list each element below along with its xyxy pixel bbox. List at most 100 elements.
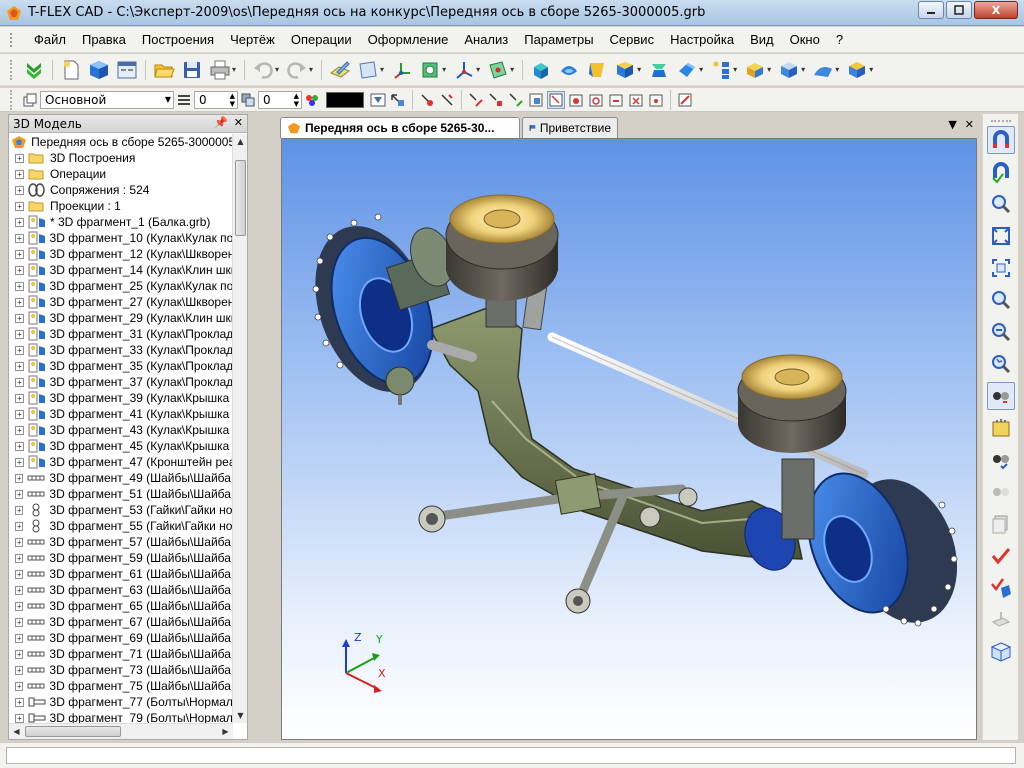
- tree-item[interactable]: + * 3D фрагмент_1 (Балка.grb): [9, 214, 233, 230]
- tree-item[interactable]: + Проекции : 1: [9, 198, 233, 214]
- menu-window[interactable]: Окно: [782, 30, 828, 49]
- menu-drawing[interactable]: Чертёж: [222, 30, 283, 49]
- selector-4-button[interactable]: [527, 91, 545, 109]
- maximize-button[interactable]: [946, 1, 972, 19]
- scroll-right-icon[interactable]: ▶: [218, 724, 233, 739]
- expand-icon[interactable]: +: [15, 153, 24, 163]
- tab-list-icon[interactable]: ▼: [948, 118, 956, 131]
- tab-welcome[interactable]: Приветствие: [522, 117, 618, 138]
- zoom-out-button[interactable]: [987, 318, 1015, 346]
- zoom-fit-button[interactable]: [987, 254, 1015, 282]
- snap-1-button[interactable]: [418, 91, 436, 109]
- tree-item[interactable]: +3D фрагмент_69 (Шайбы\Шайба ГО: [9, 630, 233, 646]
- menubar-grip[interactable]: [10, 33, 14, 47]
- menu-parameters[interactable]: Параметры: [516, 30, 601, 49]
- check-body-button[interactable]: [987, 574, 1015, 602]
- expand-icon[interactable]: +: [15, 233, 24, 243]
- expand-icon[interactable]: +: [15, 249, 24, 259]
- view-cube-button[interactable]: [987, 638, 1015, 666]
- tree-item[interactable]: +3D фрагмент_43 (Кулак\Крышка ку: [9, 422, 233, 438]
- tree-item[interactable]: +3D фрагмент_33 (Кулак\Прокладка: [9, 342, 233, 358]
- orbit-view-button[interactable]: [987, 446, 1015, 474]
- tree-item[interactable]: +3D фрагмент_55 (Гайки\Гайки норм: [9, 518, 233, 534]
- expand-icon[interactable]: +: [15, 409, 24, 419]
- tree-item[interactable]: +3D фрагмент_37 (Кулак\Прокладка: [9, 374, 233, 390]
- plane-button[interactable]: [486, 58, 510, 82]
- scroll-left-icon[interactable]: ◀: [9, 724, 24, 739]
- axis-button[interactable]: [452, 58, 476, 82]
- expand-icon[interactable]: +: [15, 649, 24, 659]
- snap-2-button[interactable]: [438, 91, 456, 109]
- expand-icon[interactable]: +: [15, 297, 24, 307]
- complete-button[interactable]: [22, 58, 46, 82]
- menu-file[interactable]: Файл: [26, 30, 74, 49]
- rotate-view-button[interactable]: [986, 382, 1015, 410]
- expand-icon[interactable]: +: [15, 345, 24, 355]
- expand-icon[interactable]: +: [15, 681, 24, 691]
- menu-view[interactable]: Вид: [742, 30, 782, 49]
- workplane-button[interactable]: [356, 58, 380, 82]
- redo-button[interactable]: [285, 58, 309, 82]
- selector-9-button[interactable]: [627, 91, 645, 109]
- select-list-button[interactable]: [389, 91, 407, 109]
- expand-icon[interactable]: +: [15, 361, 24, 371]
- color-palette-button[interactable]: [303, 91, 321, 109]
- expand-icon[interactable]: +: [15, 601, 24, 611]
- new-window-button[interactable]: [115, 58, 139, 82]
- menu-settings[interactable]: Настройка: [662, 30, 742, 49]
- toolbar-grip[interactable]: [10, 59, 14, 80]
- new-file-button[interactable]: [59, 58, 83, 82]
- tree-item[interactable]: +3D фрагмент_77 (Болты\Нормальн: [9, 694, 233, 710]
- expand-icon[interactable]: +: [15, 537, 24, 547]
- menu-operations[interactable]: Операции: [283, 30, 360, 49]
- 3d-viewport[interactable]: Z Y X: [281, 138, 977, 740]
- expand-icon[interactable]: +: [15, 265, 24, 275]
- tree-item[interactable]: + Операции: [9, 166, 233, 182]
- smooth-button[interactable]: [675, 58, 699, 82]
- expand-icon[interactable]: +: [15, 489, 24, 499]
- print-button[interactable]: [208, 58, 232, 82]
- tree-item[interactable]: +3D Построения: [9, 150, 233, 166]
- save-button[interactable]: [180, 58, 204, 82]
- expand-icon[interactable]: +: [15, 217, 24, 227]
- tree-item[interactable]: +3D фрагмент_12 (Кулак\Шкворень.: [9, 246, 233, 262]
- selector-8-button[interactable]: [607, 91, 625, 109]
- pin-icon[interactable]: 📌: [214, 116, 228, 129]
- sketch-button[interactable]: [328, 58, 352, 82]
- surface-button[interactable]: [811, 58, 835, 82]
- tree-item[interactable]: +3D фрагмент_35 (Кулак\Прокладка: [9, 358, 233, 374]
- tree-item[interactable]: +3D фрагмент_57 (Шайбы\Шайба ГО: [9, 534, 233, 550]
- tree-item[interactable]: + Сопряжения : 524: [9, 182, 233, 198]
- expand-icon[interactable]: +: [15, 473, 24, 483]
- mirror-button[interactable]: [777, 58, 801, 82]
- menu-construct[interactable]: Построения: [134, 30, 222, 49]
- expand-icon[interactable]: +: [15, 505, 24, 515]
- menu-help[interactable]: ?: [828, 30, 851, 49]
- tree-item[interactable]: +3D фрагмент_10 (Кулак\Кулак пово: [9, 230, 233, 246]
- expand-icon[interactable]: +: [15, 457, 24, 467]
- tree-item[interactable]: +3D фрагмент_59 (Шайбы\Шайба ГО: [9, 550, 233, 566]
- tree-root[interactable]: Передняя ось в сборе 5265-3000005.grb: [9, 134, 233, 150]
- tree-item[interactable]: +3D фрагмент_71 (Шайбы\Шайба ГО: [9, 646, 233, 662]
- tree-item[interactable]: +3D фрагмент_41 (Кулак\Крышка ку: [9, 406, 233, 422]
- tree-item[interactable]: +3D фрагмент_75 (Шайбы\Шайба ГО: [9, 678, 233, 694]
- priority-stepper[interactable]: 0 ▲ ▼: [258, 90, 302, 109]
- view-toolbar-grip[interactable]: [990, 120, 1011, 123]
- level-stepper[interactable]: 0 ▲ ▼: [194, 90, 238, 109]
- section-button[interactable]: [987, 606, 1015, 634]
- hscroll-thumb[interactable]: [25, 726, 121, 737]
- array-button[interactable]: [709, 58, 733, 82]
- expand-icon[interactable]: +: [15, 281, 24, 291]
- zoom-window-button[interactable]: [987, 190, 1015, 218]
- zoom-previous-button[interactable]: [987, 350, 1015, 378]
- expand-icon[interactable]: +: [15, 713, 24, 723]
- expand-icon[interactable]: +: [15, 569, 24, 579]
- tree-item[interactable]: +3D фрагмент_53 (Гайки\Гайки норм: [9, 502, 233, 518]
- levels-button[interactable]: [175, 91, 193, 109]
- pan-view-button[interactable]: [987, 414, 1015, 442]
- tree-item[interactable]: +3D фрагмент_61 (Шайбы\Шайба ГО: [9, 566, 233, 582]
- tree-item[interactable]: +3D фрагмент_51 (Шайбы\Шайба ГО: [9, 486, 233, 502]
- expand-icon[interactable]: +: [15, 185, 24, 195]
- menu-edit[interactable]: Правка: [74, 30, 134, 49]
- filter-button[interactable]: [369, 91, 387, 109]
